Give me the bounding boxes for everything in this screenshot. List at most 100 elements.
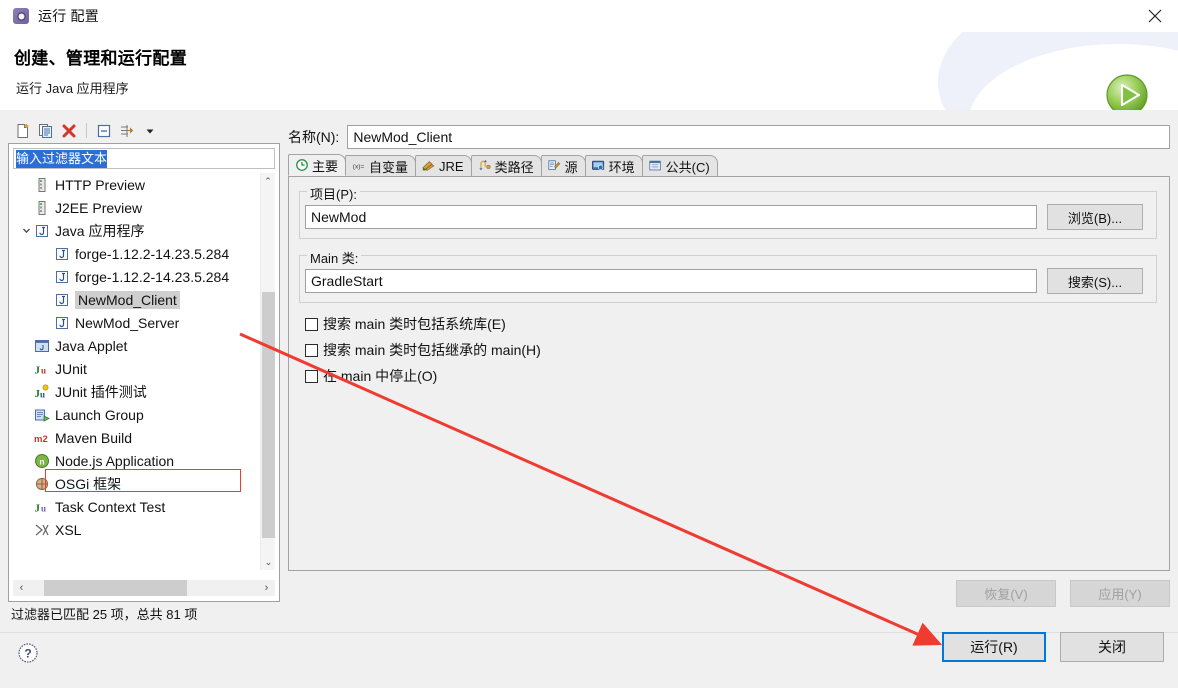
tree-item-label: XSL <box>55 521 82 538</box>
tab-类路径[interactable]: 类路径 <box>470 155 542 176</box>
checkbox-box[interactable] <box>305 317 318 331</box>
tab-label: 类路径 <box>494 159 534 175</box>
tab-label: 自变量 <box>369 159 409 175</box>
checkbox-label: 搜索 main 类时包括继承的 main(H) <box>323 342 541 358</box>
tree-item-java-applet[interactable]: Java Applet <box>13 334 257 357</box>
main-tab-icon <box>294 158 309 172</box>
tab-jre[interactable]: JRE <box>415 155 472 176</box>
project-input[interactable] <box>305 205 1037 229</box>
scroll-right-icon[interactable]: › <box>258 580 275 596</box>
tab-环境[interactable]: 环境 <box>584 155 643 176</box>
junit-icon: Ju <box>33 361 51 377</box>
filter-input[interactable]: 输入过滤器文本 <box>13 148 275 169</box>
tree-item-launch-group[interactable]: Launch Group <box>13 403 257 426</box>
checkbox-box[interactable] <box>305 369 318 383</box>
jre-tab-icon <box>421 159 436 173</box>
tab-label: JRE <box>439 158 464 174</box>
tree-item-java-应用程序[interactable]: Java 应用程序 <box>13 219 257 242</box>
tab-主要[interactable]: 主要 <box>288 154 347 176</box>
tree-item-label: JUnit <box>55 360 87 377</box>
close-button[interactable]: 关闭 <box>1060 632 1164 662</box>
tree-item-forge-1-12-2-14-23-5-284[interactable]: forge-1.12.2-14.23.5.284 <box>13 265 257 288</box>
filter-status-text: 过滤器已匹配 25 项，总共 81 项 <box>11 606 198 622</box>
new-configuration-icon[interactable] <box>13 121 33 141</box>
horizontal-scroll-thumb[interactable] <box>44 580 187 596</box>
tree-item-junit-插件测试[interactable]: Ju JUnit 插件测试 <box>13 380 257 403</box>
window-titlebar: 运行 配置 <box>0 0 1178 32</box>
tree-item-http-preview[interactable]: HTTP Preview <box>13 173 257 196</box>
svg-text:m2: m2 <box>34 434 48 445</box>
maven-icon: m2 <box>33 430 51 446</box>
tree-item-node-js-application[interactable]: n Node.js Application <box>13 449 257 472</box>
java-app-icon <box>33 223 51 239</box>
tree-item-label: Maven Build <box>55 429 133 446</box>
tree-item-label: Node.js Application <box>55 452 175 469</box>
help-question-icon[interactable]: ? <box>17 642 39 664</box>
scroll-left-icon[interactable]: ‹ <box>13 580 30 596</box>
checkbox-label: 搜索 main 类时包括系统库(E) <box>323 316 506 332</box>
toolbar-separator <box>86 123 87 138</box>
scroll-up-icon[interactable]: ⌃ <box>261 173 275 189</box>
main-class-input[interactable] <box>305 269 1037 293</box>
java-app-icon <box>53 292 71 308</box>
horizontal-scroll-track[interactable] <box>30 580 258 596</box>
tree-item-label: Task Context Test <box>55 498 166 515</box>
svg-text:u: u <box>41 503 46 513</box>
configurations-tree[interactable]: HTTP Preview J2EE Preview Java 应用程序 forge-1… <box>13 173 275 570</box>
checkbox-stop-in-main[interactable]: 在 main 中停止(O) <box>305 366 437 386</box>
delete-configuration-icon[interactable] <box>59 121 79 141</box>
close-icon[interactable] <box>1132 0 1178 32</box>
tree-item-label: HTTP Preview <box>55 176 145 193</box>
chevron-down-icon[interactable] <box>19 226 33 235</box>
environment-tab-icon <box>591 159 606 173</box>
tree-item-forge-1-12-2-14-23-5-284[interactable]: forge-1.12.2-14.23.5.284 <box>13 242 257 265</box>
tree-item-label: forge-1.12.2-14.23.5.284 <box>75 245 230 262</box>
apply-revert-row: 恢复(V) 应用(Y) <box>288 580 1170 607</box>
tree-item-maven-build[interactable]: m2 Maven Build <box>13 426 257 449</box>
tree-horizontal-scrollbar[interactable]: ‹ › <box>13 580 275 596</box>
collapse-all-icon[interactable] <box>94 121 114 141</box>
tree-item-j2ee-preview[interactable]: J2EE Preview <box>13 196 257 219</box>
browse-button[interactable]: 浏览(B)... <box>1047 204 1143 230</box>
configuration-editor-panel: 名称(N): 主要 (x)= 自变量 JRE 类路径 源 环境 公共(C) 项目(P): 浏览… <box>288 124 1170 624</box>
vertical-scroll-thumb[interactable] <box>262 292 275 538</box>
checkbox-box[interactable] <box>305 343 318 357</box>
dialog-header: 创建、管理和运行配置 运行 Java 应用程序 <box>0 32 1178 111</box>
tree-item-junit[interactable]: Ju JUnit <box>13 357 257 380</box>
name-input[interactable] <box>347 125 1170 149</box>
tree-item-xsl[interactable]: XSL <box>13 518 257 541</box>
duplicate-configuration-icon[interactable] <box>36 121 56 141</box>
svg-text:J: J <box>35 502 41 514</box>
view-menu-chevron-icon[interactable] <box>140 121 160 141</box>
filter-input-value: 输入过滤器文本 <box>16 149 108 168</box>
revert-button[interactable]: 恢复(V) <box>956 580 1056 607</box>
scroll-down-icon[interactable]: ⌄ <box>261 554 276 570</box>
tree-item-label: forge-1.12.2-14.23.5.284 <box>75 268 230 285</box>
search-button[interactable]: 搜索(S)... <box>1047 268 1143 294</box>
tree-item-osgi-框架[interactable]: OSGi 框架 <box>13 472 257 495</box>
svg-text:?: ? <box>24 647 31 661</box>
tree-item-newmod_server[interactable]: NewMod_Server <box>13 311 257 334</box>
tree-item-label: JUnit 插件测试 <box>55 383 147 400</box>
tree-item-label: OSGi 框架 <box>55 475 122 492</box>
page-subtitle: 运行 Java 应用程序 <box>16 81 129 96</box>
run-button[interactable]: 运行(R) <box>942 632 1046 662</box>
tab-自变量[interactable]: (x)= 自变量 <box>345 155 417 176</box>
dialog-body: 输入过滤器文本 HTTP Preview J2EE Preview Java 应用程… <box>0 110 1178 688</box>
junit-plugin-icon: Ju <box>33 384 51 400</box>
tab-源[interactable]: 源 <box>540 155 586 176</box>
filter-icon[interactable] <box>117 121 137 141</box>
tree-item-newmod_client[interactable]: NewMod_Client <box>13 288 257 311</box>
tree-item-label: NewMod_Client <box>75 290 180 309</box>
configurations-tree-frame: 输入过滤器文本 HTTP Preview J2EE Preview Java 应用程… <box>8 143 280 602</box>
tab-公共-c-[interactable]: 公共(C) <box>641 155 718 176</box>
configurations-panel: 输入过滤器文本 HTTP Preview J2EE Preview Java 应用程… <box>8 119 280 624</box>
page-title: 创建、管理和运行配置 <box>14 49 187 68</box>
apply-button[interactable]: 应用(Y) <box>1070 580 1170 607</box>
tree-vertical-scrollbar[interactable]: ⌃ ⌄ <box>260 173 275 570</box>
tree-item-task-context-test[interactable]: Ju Task Context Test <box>13 495 257 518</box>
checkbox-include-system-libraries[interactable]: 搜索 main 类时包括系统库(E) <box>305 314 506 334</box>
xsl-icon <box>33 522 51 538</box>
checkbox-include-inherited-main[interactable]: 搜索 main 类时包括继承的 main(H) <box>305 340 541 360</box>
server-icon <box>33 177 51 193</box>
